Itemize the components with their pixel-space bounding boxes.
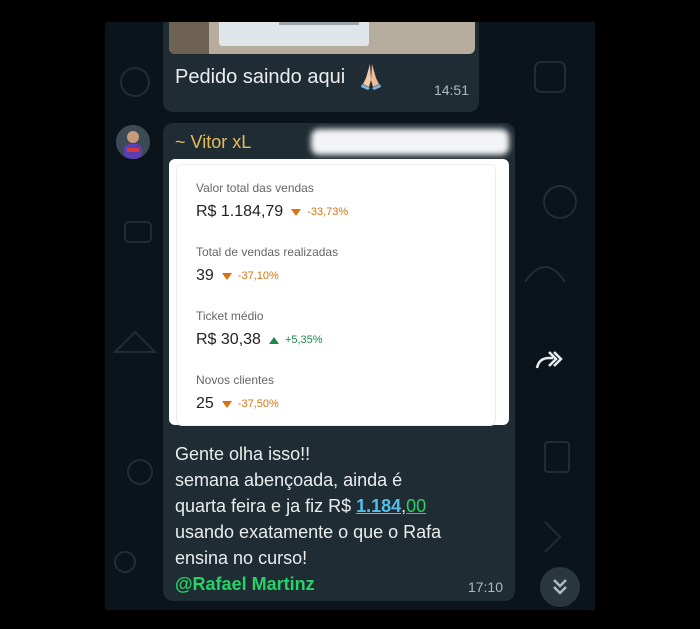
message-line: usando exatamente o que o Rafa [175, 522, 442, 542]
metric-change: -37,10% [237, 270, 279, 282]
message-bubble-with-image[interactable]: ~ Vitor xL Valor total das vendas R$ 1.1… [163, 123, 515, 601]
metric-value: 25 [196, 395, 214, 412]
metric-change: +5,35% [284, 334, 323, 346]
message-time: 17:10 [467, 579, 503, 595]
trend-down-icon [291, 208, 302, 216]
metric-value: 39 [196, 267, 214, 284]
amount-link[interactable]: 1.184 [356, 496, 401, 516]
double-chevron-down-icon [553, 579, 567, 595]
praying-hands-icon [361, 64, 381, 90]
message-bubble[interactable]: Pedido saindo aqui 14:51 [163, 22, 479, 112]
thumbnail-shadow [169, 22, 209, 54]
amount-cents-link[interactable]: 00 [406, 496, 426, 516]
avatar-image [116, 125, 150, 159]
message-line-text: quarta feira e ja fiz R$ [175, 496, 357, 516]
metric-change: -37,50% [237, 398, 279, 410]
mention-link[interactable]: @Rafael Martinz [175, 571, 505, 597]
sales-stats-panel: Valor total das vendas R$ 1.184,79 -33,7… [176, 164, 496, 426]
image-thumbnail[interactable] [169, 22, 475, 54]
metric-label: Total de vendas realizadas [196, 245, 339, 259]
message-line: quarta feira e ja fiz R$ 1.184,00 [175, 493, 505, 519]
sender-phone-blurred [311, 129, 509, 155]
forward-icon[interactable] [533, 348, 563, 372]
scroll-to-bottom-button[interactable] [540, 567, 580, 607]
metric-label: Ticket médio [196, 309, 264, 323]
metric-total-value: Valor total das vendas R$ 1.184,79 -33,7… [196, 181, 348, 221]
metric-total-sales: Total de vendas realizadas 39 -37,10% [196, 245, 338, 285]
metric-average-ticket: Ticket médio R$ 30,38 +5,35% [196, 309, 323, 349]
metric-new-clients: Novos clientes 25 -37,50% [196, 373, 279, 413]
metric-label: Valor total das vendas [196, 181, 314, 195]
avatar[interactable] [116, 125, 150, 159]
trend-up-icon [268, 336, 279, 344]
sender-name[interactable]: ~ Vitor xL [175, 132, 251, 153]
metric-change: -33,73% [307, 206, 349, 218]
trend-down-icon [221, 400, 232, 408]
trend-down-icon [221, 272, 232, 280]
message-line: semana abençoada, ainda é [175, 470, 403, 490]
message-text: Gente olha isso!! semana abençoada, aind… [175, 441, 505, 597]
metric-label: Novos clientes [196, 373, 275, 387]
thumbnail-phone-screen [219, 22, 369, 46]
metric-value: R$ 1.184,79 [196, 203, 284, 220]
message-line: ensina no curso! [175, 548, 308, 568]
message-line: Gente olha isso!! [175, 444, 311, 464]
metric-value: R$ 30,38 [196, 331, 261, 348]
message-text: Pedido saindo aqui [175, 66, 346, 88]
sales-stats-image[interactable]: Valor total das vendas R$ 1.184,79 -33,7… [169, 159, 509, 426]
chat-area[interactable]: Pedido saindo aqui 14:51 ~ Vitor xL Valo… [105, 22, 595, 610]
message-time: 14:51 [433, 82, 469, 98]
